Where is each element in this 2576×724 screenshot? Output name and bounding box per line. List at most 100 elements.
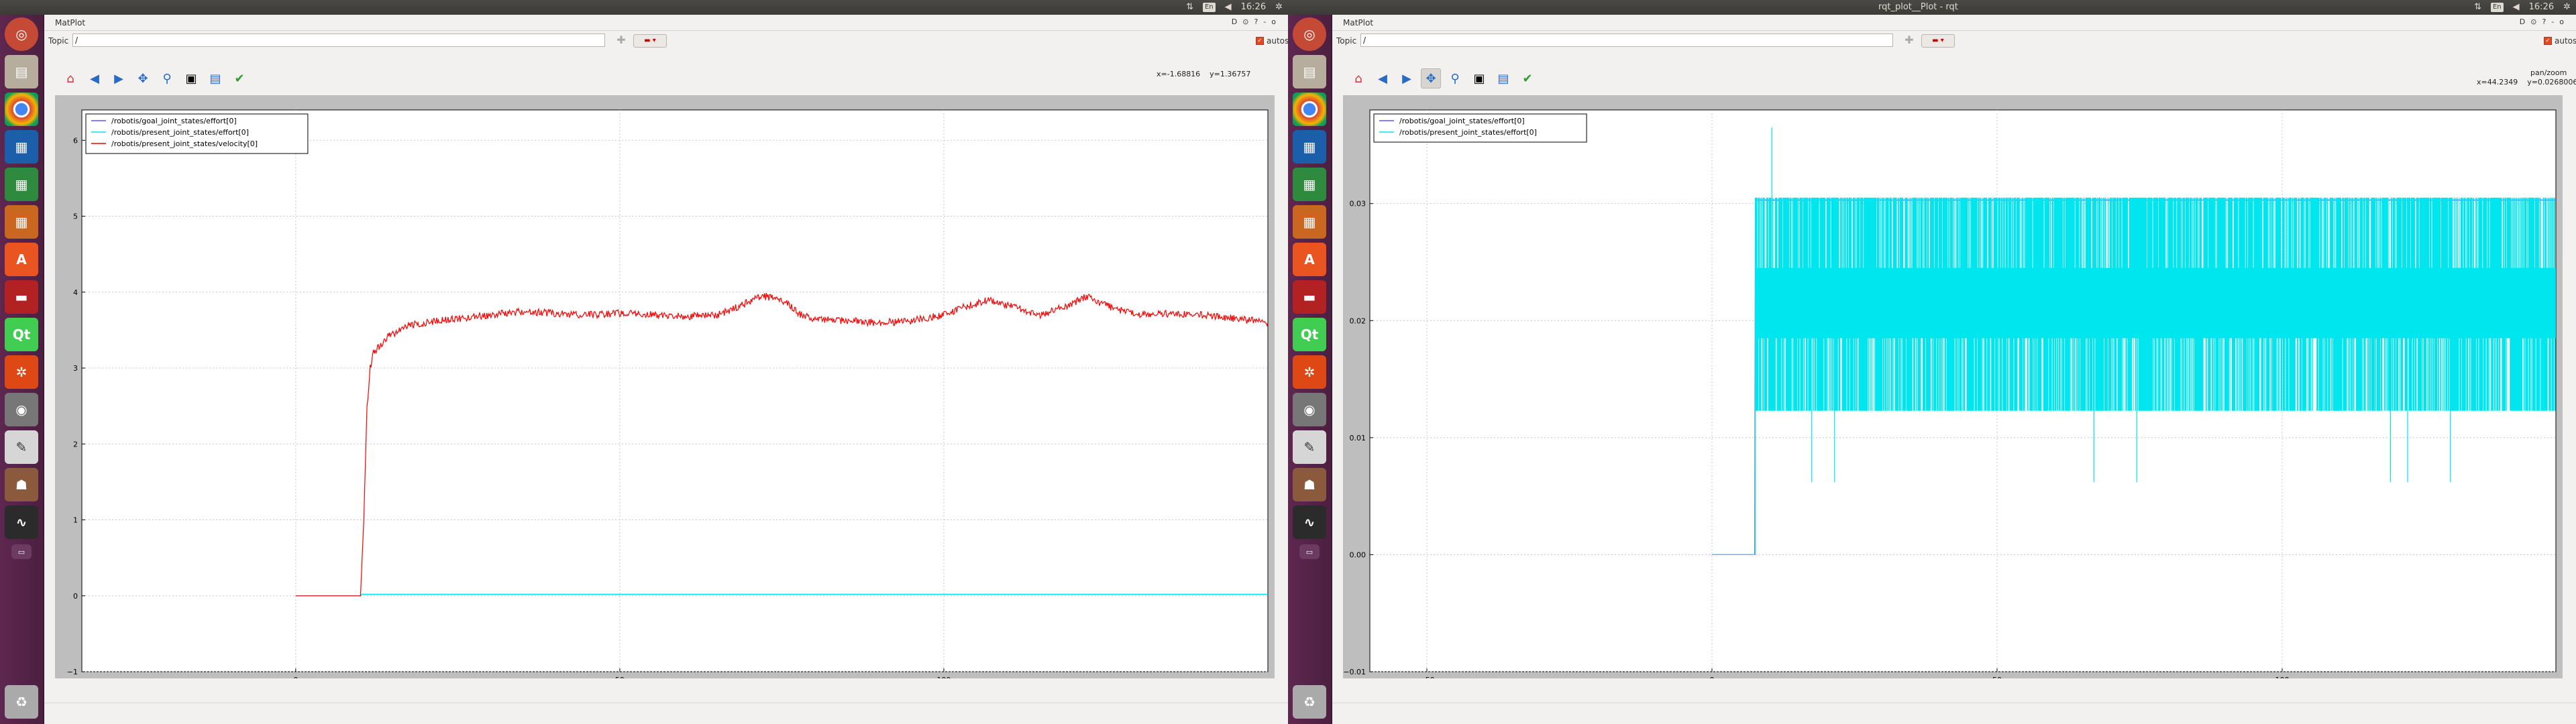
impress-icon[interactable]: ▦	[1293, 205, 1326, 239]
remove-topic-button[interactable]: ▬ ▾	[1921, 34, 1955, 48]
writer-icon[interactable]: ▦	[5, 130, 38, 164]
x-tick-label: 100	[936, 676, 951, 678]
files-icon[interactable]: ▤	[5, 55, 38, 88]
autoscroll-toggle[interactable]: ✓ autoscroll	[1256, 36, 1288, 46]
speaker-icon[interactable]: ◀	[2513, 2, 2520, 13]
image-viewer-icon[interactable]: ☗	[5, 468, 38, 501]
keyboard-indicator[interactable]: En	[1202, 3, 1216, 12]
trash-icon[interactable]: ♻	[5, 685, 38, 719]
software-center-icon[interactable]: A	[1293, 243, 1326, 276]
writer-icon[interactable]: ▦	[1293, 130, 1326, 164]
image-viewer-icon[interactable]: ☗	[1293, 468, 1326, 501]
checkbox-icon[interactable]: ✓	[2544, 37, 2552, 45]
system-settings-icon[interactable]: ✲	[5, 355, 38, 389]
impress-icon[interactable]: ▦	[5, 205, 38, 239]
plot-area[interactable]: 0 50 100 −1 0 1 2 3 4 5 6/robotis/goal_joint_state…	[55, 95, 1275, 678]
y-tick-label: −1	[67, 668, 78, 676]
close-button[interactable]: o	[1271, 17, 1276, 26]
reload-button[interactable]: ⊙	[1242, 17, 1248, 26]
save-icon[interactable]: ▤	[1493, 68, 1513, 88]
topic-row: Topic ✚ ▬ ▾ ✓ autoscroll ☷ Ok	[1332, 31, 2576, 51]
network-icon[interactable]: ⇅	[1186, 2, 1193, 13]
cursor-coordinates: x=-1.68816 y=1.36757	[1157, 70, 1251, 78]
y-tick-label: 0.02	[1350, 316, 1366, 325]
y-tick-label: 0.01	[1350, 434, 1366, 442]
forward-icon[interactable]: ▶	[109, 68, 129, 88]
plot-toolbar: ⌂ ◀ ▶ ✥ ⚲ ▣ ▤ ✔	[60, 68, 250, 88]
trash-icon[interactable]: ♻	[1293, 685, 1326, 719]
configure-subplots-icon[interactable]: ▣	[181, 68, 201, 88]
topic-input[interactable]	[72, 34, 605, 47]
top-panel: rqt_plot__Plot - rqt ⇅ En ◀ 16:26 ✲	[1288, 0, 2576, 15]
status-area	[44, 703, 1288, 724]
axes-frame	[81, 109, 1269, 672]
system-settings-icon[interactable]: ✲	[1293, 355, 1326, 389]
text-editor-icon[interactable]: ✎	[5, 430, 38, 464]
calc-icon[interactable]: ▦	[5, 168, 38, 201]
clock[interactable]: 16:26	[2529, 2, 2554, 13]
autoscroll-label: autoscroll	[2555, 36, 2576, 46]
settings-icon[interactable]: ✲	[1275, 2, 1283, 13]
software-center-icon[interactable]: A	[5, 243, 38, 276]
calc-icon[interactable]: ▦	[1293, 168, 1326, 201]
help-button[interactable]: ?	[2542, 17, 2546, 26]
minimize-button[interactable]: -	[2551, 17, 2554, 26]
minimize-button[interactable]: -	[1263, 17, 1266, 26]
plot-area[interactable]: −50 0 50 100 −0.01 0.00 0.01 0.02 0.03/robotis/g…	[1343, 95, 2563, 678]
eye-icon[interactable]: ◉	[1293, 393, 1326, 426]
remove-topic-button[interactable]: ▬ ▾	[633, 34, 667, 48]
zoom-icon[interactable]: ⚲	[157, 68, 177, 88]
qt-creator-icon[interactable]: Qt	[1293, 318, 1326, 351]
home-icon[interactable]: ⌂	[60, 68, 80, 88]
add-topic-button[interactable]: ✚	[614, 35, 628, 47]
y-tick-label: 0.03	[1350, 200, 1366, 208]
workspace-icon[interactable]: ▭	[1299, 544, 1320, 559]
clock[interactable]: 16:26	[1241, 2, 1266, 13]
dash-icon[interactable]: ◎	[1293, 17, 1326, 51]
workspace-icon[interactable]: ▭	[11, 544, 32, 559]
y-tick-label: −0.01	[1343, 668, 1366, 676]
dock-button[interactable]: D	[1232, 17, 1237, 26]
apply-icon[interactable]: ✔	[229, 68, 250, 88]
pan-icon[interactable]: ✥	[133, 68, 153, 88]
back-icon[interactable]: ◀	[1373, 68, 1393, 88]
apply-icon[interactable]: ✔	[1517, 68, 1538, 88]
chrome-icon[interactable]	[1293, 93, 1326, 126]
qt-creator-icon[interactable]: Qt	[5, 318, 38, 351]
network-icon[interactable]: ⇅	[2474, 2, 2481, 13]
chrome-icon[interactable]	[5, 93, 38, 126]
terminal-icon[interactable]: ▬	[1293, 280, 1326, 314]
configure-subplots-icon[interactable]: ▣	[1469, 68, 1489, 88]
files-icon[interactable]: ▤	[1293, 55, 1326, 88]
home-icon[interactable]: ⌂	[1348, 68, 1368, 88]
plugin-title: MatPlot	[1343, 18, 1374, 27]
topic-label: Topic	[1336, 36, 1357, 46]
zoom-icon[interactable]: ⚲	[1445, 68, 1465, 88]
close-button[interactable]: o	[2559, 17, 2564, 26]
y-tick-label: 6	[73, 136, 78, 145]
help-button[interactable]: ?	[1254, 17, 1258, 26]
autoscroll-toggle[interactable]: ✓ autoscroll	[2544, 36, 2576, 46]
topic-input[interactable]	[1360, 34, 1893, 47]
legend-entry: /robotis/present_joint_states/velocity[0…	[111, 139, 258, 148]
y-tick-label: 1	[73, 516, 78, 525]
dock-button[interactable]: D	[2520, 17, 2525, 26]
topic-label: Topic	[48, 36, 69, 46]
back-icon[interactable]: ◀	[85, 68, 105, 88]
speaker-icon[interactable]: ◀	[1225, 2, 1232, 13]
keyboard-indicator[interactable]: En	[2490, 3, 2504, 12]
system-monitor-icon[interactable]: ∿	[5, 505, 38, 539]
checkbox-icon[interactable]: ✓	[1256, 37, 1264, 45]
system-monitor-icon[interactable]: ∿	[1293, 505, 1326, 539]
eye-icon[interactable]: ◉	[5, 393, 38, 426]
settings-icon[interactable]: ✲	[2563, 2, 2571, 13]
terminal-icon[interactable]: ▬	[5, 280, 38, 314]
forward-icon[interactable]: ▶	[1397, 68, 1417, 88]
pan-icon[interactable]: ✥	[1421, 68, 1441, 88]
reload-button[interactable]: ⊙	[2530, 17, 2536, 26]
text-editor-icon[interactable]: ✎	[1293, 430, 1326, 464]
add-topic-button[interactable]: ✚	[1902, 35, 1916, 47]
y-tick-label: 2	[73, 440, 78, 448]
dash-icon[interactable]: ◎	[5, 17, 38, 51]
save-icon[interactable]: ▤	[205, 68, 225, 88]
